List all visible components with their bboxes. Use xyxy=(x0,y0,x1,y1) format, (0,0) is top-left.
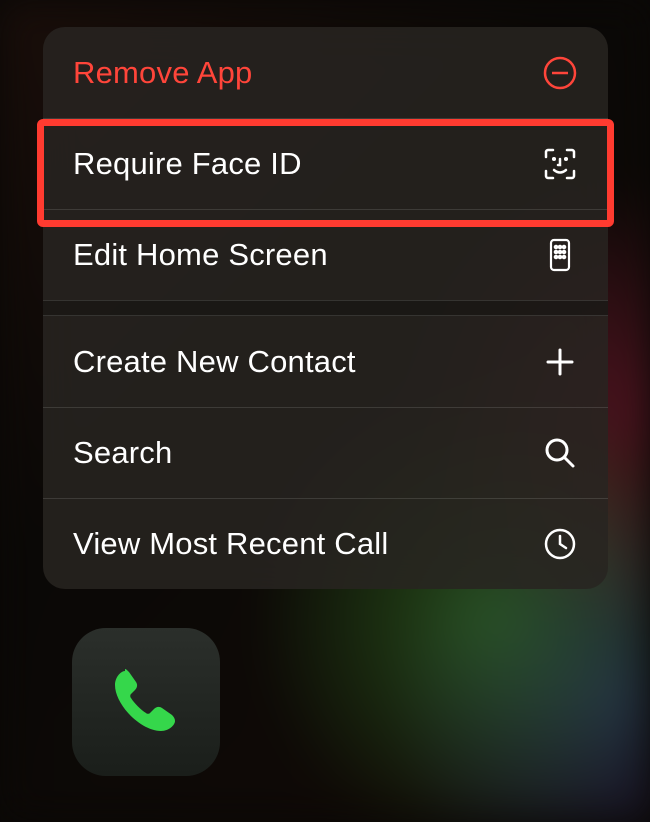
phone-app-icon[interactable] xyxy=(72,628,220,776)
menu-item-require-face-id[interactable]: Require Face ID xyxy=(43,118,608,209)
menu-label: View Most Recent Call xyxy=(73,526,388,562)
menu-label: Remove App xyxy=(73,55,253,91)
menu-label: Require Face ID xyxy=(73,146,302,182)
phone-icon xyxy=(103,657,189,748)
search-icon xyxy=(542,435,578,471)
apps-icon xyxy=(542,237,578,273)
face-id-icon xyxy=(542,146,578,182)
menu-item-edit-home-screen[interactable]: Edit Home Screen xyxy=(43,209,608,300)
menu-label: Edit Home Screen xyxy=(73,237,328,273)
menu-item-create-contact[interactable]: Create New Contact xyxy=(43,316,608,407)
menu-section-divider xyxy=(43,300,608,316)
minus-circle-icon xyxy=(542,55,578,91)
menu-item-search[interactable]: Search xyxy=(43,407,608,498)
menu-label: Search xyxy=(73,435,172,471)
menu-item-remove-app[interactable]: Remove App xyxy=(43,27,608,118)
context-menu: Remove App Require Face ID xyxy=(43,27,608,589)
plus-icon xyxy=(542,344,578,380)
menu-label: Create New Contact xyxy=(73,344,356,380)
menu-item-view-recent-call[interactable]: View Most Recent Call xyxy=(43,498,608,589)
clock-icon xyxy=(542,526,578,562)
